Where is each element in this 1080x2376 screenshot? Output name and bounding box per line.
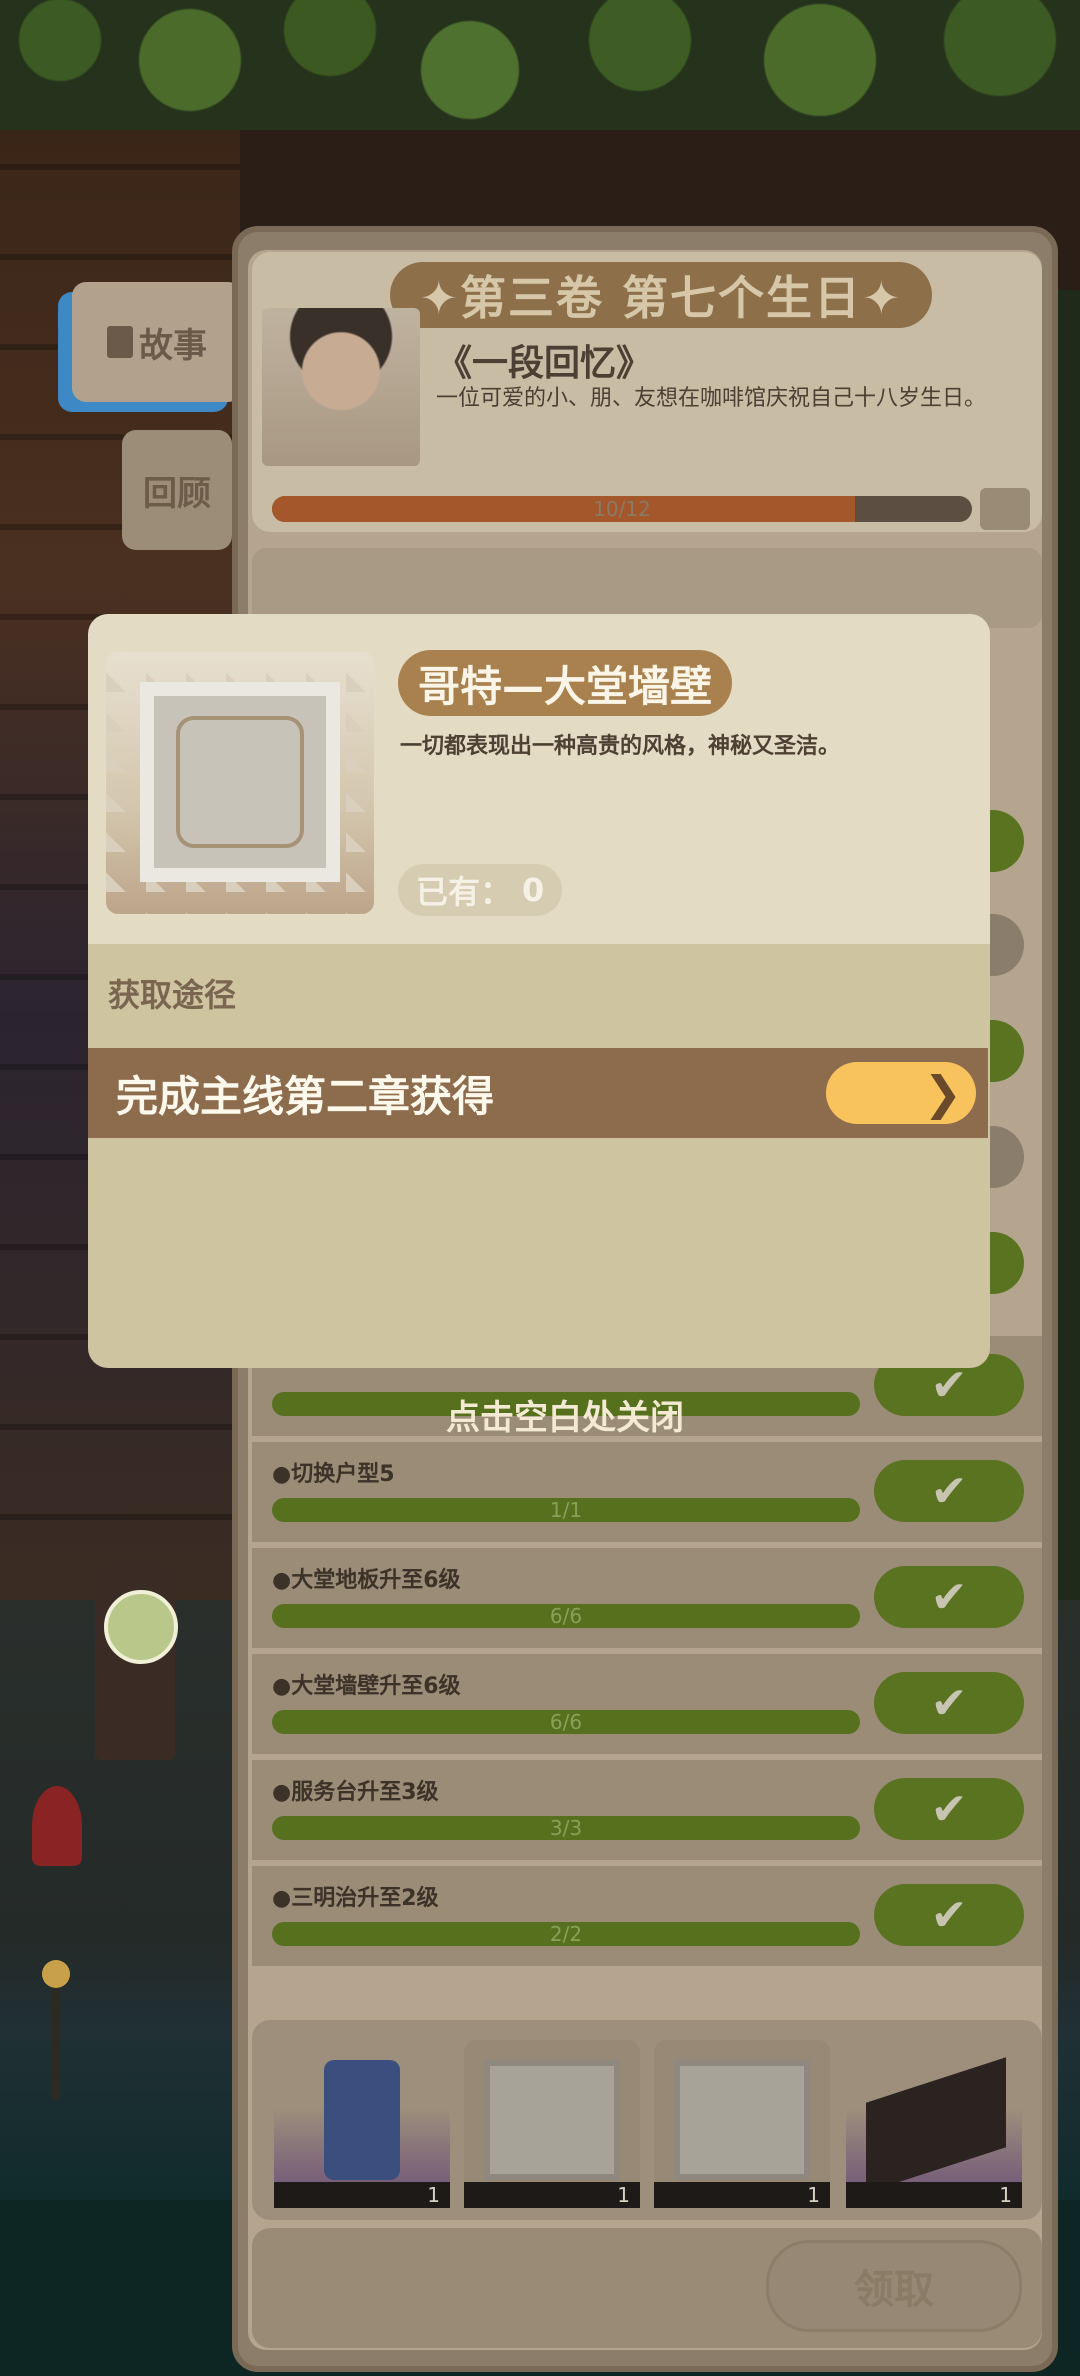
check-icon: ✔	[930, 1889, 968, 1941]
wall-panel-icon	[484, 2060, 620, 2180]
task-done-button[interactable]: ✔	[874, 1884, 1024, 1946]
check-icon: ✔	[930, 1783, 968, 1835]
task-count: 6/6	[549, 1710, 583, 1734]
task-label: ●切换户型5	[272, 1462, 395, 1487]
reward-quantity: 1	[846, 2182, 1022, 2208]
street-lamp	[42, 1960, 70, 2100]
item-name: 哥特—大堂墙壁	[398, 650, 733, 716]
story-progress-text: 10/12	[593, 497, 651, 521]
task-count: 1/1	[549, 1498, 583, 1522]
task-row: ●三明治升至2级 2/2 ✔	[252, 1866, 1042, 1966]
story-description: 一位可爱的小、朋、友想在咖啡馆庆祝自己十八岁生日。	[436, 386, 987, 411]
story-title: 《一段回忆》	[436, 343, 653, 384]
task-row: ●切换户型5 1/1 ✔	[252, 1442, 1042, 1542]
owned-label: 已有：	[416, 873, 513, 911]
reward-slot[interactable]: 1	[464, 2040, 640, 2208]
task-count: 6/6	[549, 1604, 583, 1628]
expand-icon[interactable]	[980, 488, 1030, 530]
owned-value: 0	[522, 871, 545, 909]
chevron-right-icon: ❯	[923, 1066, 962, 1120]
task-row: ●大堂墙壁升至6级 6/6 ✔	[252, 1654, 1042, 1754]
source-text: 完成主线第二章获得	[116, 1071, 495, 1121]
reward-quantity: 1	[464, 2182, 640, 2208]
task-row: ●服务台升至3级 3/3 ✔	[252, 1760, 1042, 1860]
task-row: ●大堂地板升至6级 6/6 ✔	[252, 1548, 1042, 1648]
reward-quantity: 1	[654, 2182, 830, 2208]
wall-panel-icon	[140, 682, 340, 882]
reward-slot[interactable]: 1	[846, 2040, 1022, 2208]
task-done-button[interactable]: ✔	[874, 1566, 1024, 1628]
reward-quantity: 1	[274, 2182, 450, 2208]
task-label: ●大堂地板升至6级	[272, 1568, 461, 1593]
task-count: 3/3	[549, 1816, 583, 1840]
chocolate-cake-icon	[866, 2057, 1006, 2193]
task-label: ●大堂墙壁升至6级	[272, 1674, 461, 1699]
npc-emote-bubble[interactable]	[104, 1590, 178, 1664]
check-icon: ✔	[930, 1571, 968, 1623]
tab-story[interactable]: 故事	[72, 282, 242, 402]
wall-panel-inset	[176, 716, 304, 848]
reward-slot[interactable]: 1	[274, 2040, 450, 2208]
task-label: ●服务台升至3级	[272, 1780, 439, 1805]
potion-bottle-icon	[324, 2060, 400, 2180]
task-done-button[interactable]: ✔	[874, 1460, 1024, 1522]
tab-story-label: 故事	[139, 325, 207, 366]
close-hint[interactable]: 点击空白处关闭	[0, 1390, 1080, 1439]
task-done-button[interactable]: ✔	[874, 1778, 1024, 1840]
check-icon: ✔	[930, 1465, 968, 1517]
book-icon	[107, 326, 133, 358]
tab-review-label: 回顾	[143, 473, 211, 514]
tab-review[interactable]: 回顾	[122, 430, 232, 550]
claim-button[interactable]: 领取	[766, 2240, 1022, 2332]
reward-slot[interactable]: 1	[654, 2040, 830, 2208]
check-icon: ✔	[930, 1677, 968, 1729]
source-heading: 获取途径	[108, 976, 237, 1014]
task-label: ●三明治升至2级	[272, 1886, 439, 1911]
source-row[interactable]: 完成主线第二章获得 ❯	[88, 1048, 988, 1138]
player-character[interactable]	[32, 1786, 82, 1866]
character-portrait	[262, 308, 420, 466]
wall-panel-icon	[674, 2060, 810, 2180]
task-count: 2/2	[549, 1922, 583, 1946]
item-description: 一切都表现出一种高贵的风格，神秘又圣洁。	[400, 734, 841, 759]
owned-count-badge: 已有： 0	[398, 864, 563, 916]
task-done-button[interactable]: ✔	[874, 1672, 1024, 1734]
go-button[interactable]: ❯	[826, 1062, 976, 1124]
tree-canopy	[0, 0, 1080, 140]
chapter-title: ✦第三卷 第七个生日✦	[390, 262, 932, 328]
